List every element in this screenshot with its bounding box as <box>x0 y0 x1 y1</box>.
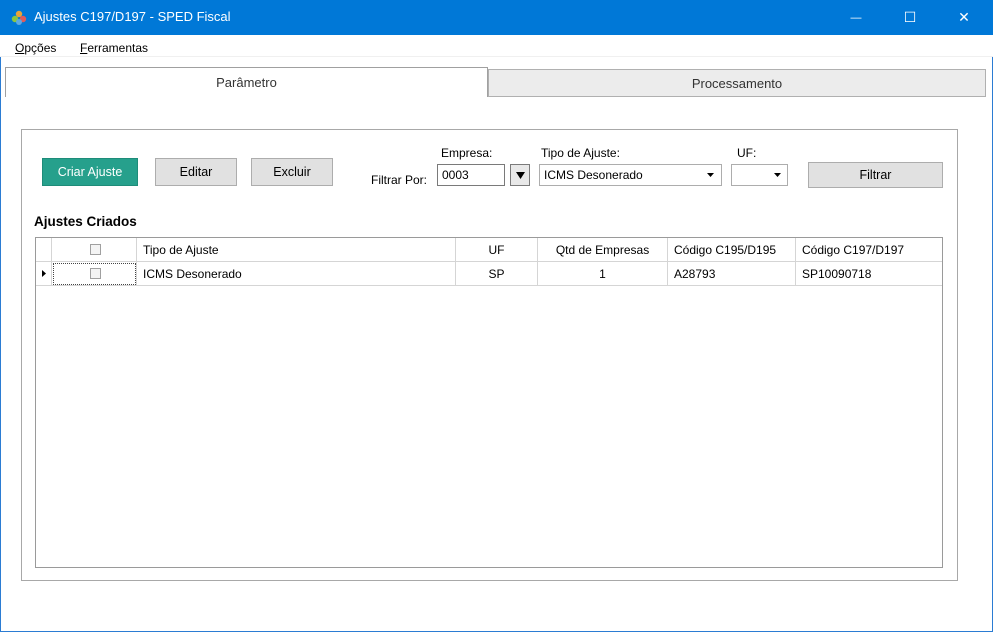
column-header-qtd[interactable]: Qtd de Empresas <box>538 238 668 262</box>
chevron-down-icon <box>707 173 714 177</box>
close-icon: ✕ <box>958 9 970 25</box>
cell-tipo[interactable]: ICMS Desonerado <box>137 262 456 286</box>
column-header-tipo[interactable]: Tipo de Ajuste <box>137 238 456 262</box>
menu-opcoes-label: pções <box>24 41 57 55</box>
menu-opcoes[interactable]: Opções <box>15 41 56 55</box>
table-row-checkbox-cell[interactable] <box>52 262 137 286</box>
cell-c197[interactable]: SP10090718 <box>796 262 942 286</box>
section-title: Ajustes Criados <box>34 214 137 229</box>
empresa-input[interactable]: 0003 <box>437 164 505 186</box>
chevron-down-icon <box>774 173 781 177</box>
menu-bar <box>0 35 993 57</box>
uf-select[interactable] <box>731 164 788 186</box>
minimize-button[interactable]: — <box>833 0 879 35</box>
tab-processamento[interactable]: Processamento <box>488 69 986 97</box>
triangle-down-icon <box>515 171 525 179</box>
empresa-label: Empresa: <box>441 146 493 160</box>
editar-button[interactable]: Editar <box>155 158 237 186</box>
cell-uf[interactable]: SP <box>456 262 538 286</box>
row-checkbox[interactable] <box>90 268 101 279</box>
tipo-ajuste-label: Tipo de Ajuste: <box>541 146 620 160</box>
filtrar-por-label: Filtrar Por: <box>371 173 428 187</box>
close-button[interactable]: ✕ <box>941 0 987 35</box>
cell-c195[interactable]: A28793 <box>668 262 796 286</box>
filtrar-button[interactable]: Filtrar <box>808 162 943 188</box>
maximize-button[interactable]: ☐ <box>887 0 933 35</box>
tipo-ajuste-select[interactable]: ICMS Desonerado <box>539 164 722 186</box>
app-icon <box>11 10 27 25</box>
row-indicator-header <box>36 238 52 262</box>
criar-ajuste-button[interactable]: Criar Ajuste <box>42 158 138 186</box>
ajustes-grid[interactable]: Tipo de Ajuste UF Qtd de Empresas Código… <box>35 237 943 568</box>
minimize-icon: — <box>850 11 862 24</box>
window-border-left <box>0 35 1 632</box>
excluir-button[interactable]: Excluir <box>251 158 333 186</box>
tab-parametro[interactable]: Parâmetro <box>5 67 488 97</box>
menu-opcoes-accelerator: O <box>15 41 25 55</box>
window-title: Ajustes C197/D197 - SPED Fiscal <box>34 9 231 24</box>
column-header-uf[interactable]: UF <box>456 238 538 262</box>
tipo-ajuste-value: ICMS Desonerado <box>544 168 643 182</box>
menu-ferramentas-label: erramentas <box>87 41 149 55</box>
menu-ferramentas[interactable]: Ferramentas <box>80 41 148 55</box>
empresa-dropdown-button[interactable] <box>510 164 530 186</box>
triangle-right-icon <box>41 270 46 277</box>
cell-qtd[interactable]: 1 <box>538 262 668 286</box>
row-indicator <box>36 262 52 286</box>
column-header-c197[interactable]: Código C197/D197 <box>796 238 942 262</box>
maximize-icon: ☐ <box>903 9 917 25</box>
column-header-c195[interactable]: Código C195/D195 <box>668 238 796 262</box>
select-all-checkbox[interactable] <box>90 244 101 255</box>
select-all-header[interactable] <box>52 238 137 262</box>
uf-label: UF: <box>737 146 757 160</box>
